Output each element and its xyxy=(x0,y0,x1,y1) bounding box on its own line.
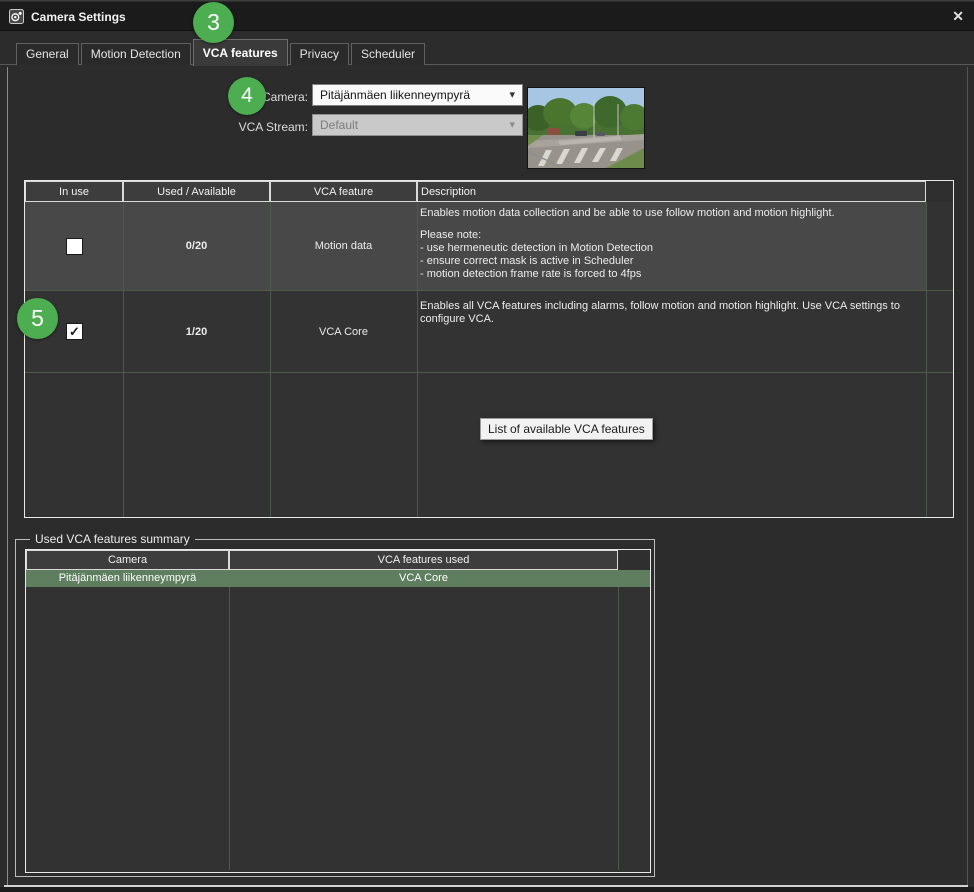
camera-settings-dialog: Camera Settings ✕ 3 4 5 General Motion D… xyxy=(0,0,974,892)
step-badge-4: 4 xyxy=(228,77,266,115)
tooltip: List of available VCA features xyxy=(480,418,653,440)
close-icon[interactable]: ✕ xyxy=(952,9,964,23)
summary-row-selected[interactable]: Pitäjänmäen liikenneympyrä VCA Core xyxy=(26,570,650,587)
column-header-description: Description xyxy=(417,181,926,202)
description-line: configure VCA. xyxy=(420,313,925,326)
window-bottom-edge xyxy=(0,887,974,892)
groupbox-legend: Used VCA features summary xyxy=(30,532,195,546)
description-line: - use hermeneutic detection in Motion De… xyxy=(420,242,925,255)
column-header-vca-feature: VCA feature xyxy=(270,181,417,202)
tab-vca-features[interactable]: VCA features xyxy=(193,39,288,66)
in-use-checkbox-motion-data[interactable] xyxy=(66,238,83,255)
camera-dropdown[interactable]: Pitäjänmäen liikenneympyrä ▾ xyxy=(312,84,523,106)
tab-bar: General Motion Detection VCA features Pr… xyxy=(16,38,427,65)
step-badge-3: 3 xyxy=(193,2,234,43)
panel-left-border xyxy=(7,67,8,885)
header-filler xyxy=(926,181,953,202)
description-line xyxy=(420,220,925,229)
grid-line xyxy=(25,290,953,291)
window-title: Camera Settings xyxy=(31,10,126,24)
step-badge-5: 5 xyxy=(17,298,58,339)
grid-line xyxy=(417,202,418,517)
feature-description: Enables motion data collection and be ab… xyxy=(420,207,925,281)
summary-features-used: VCA Core xyxy=(229,570,618,587)
column-header-in-use: In use xyxy=(25,181,123,202)
tab-motion-detection[interactable]: Motion Detection xyxy=(81,43,191,65)
tab-general[interactable]: General xyxy=(16,43,79,65)
summary-column-header-features: VCA features used xyxy=(229,550,618,570)
grid-line xyxy=(618,587,619,870)
camera-preview-image xyxy=(528,88,644,168)
check-icon: ✓ xyxy=(69,324,80,339)
description-line: - motion detection frame rate is forced … xyxy=(420,268,925,281)
feature-name: Motion data xyxy=(270,240,417,252)
chevron-down-icon: ▾ xyxy=(509,120,515,131)
summary-header-filler xyxy=(618,550,650,570)
used-vca-summary-table: Camera VCA features used Pitäjänmäen lii… xyxy=(25,549,651,873)
vca-stream-dropdown: Default ▾ xyxy=(312,114,523,136)
summary-camera-name: Pitäjänmäen liikenneympyrä xyxy=(26,570,229,587)
camera-dropdown-value: Pitäjänmäen liikenneympyrä xyxy=(320,88,470,102)
vca-stream-label: VCA Stream: xyxy=(160,120,308,134)
description-line: Enables all VCA features including alarm… xyxy=(420,300,925,313)
chevron-down-icon: ▾ xyxy=(509,90,515,101)
vca-stream-dropdown-value: Default xyxy=(320,118,358,132)
grid-line xyxy=(25,372,953,373)
camera-icon xyxy=(9,9,24,24)
panel-right-border xyxy=(967,67,968,885)
titlebar: Camera Settings ✕ xyxy=(0,2,974,31)
feature-description: Enables all VCA features including alarm… xyxy=(420,300,925,326)
column-header-used-available: Used / Available xyxy=(123,181,270,202)
description-line: - ensure correct mask is active in Sched… xyxy=(420,255,925,268)
description-line: Please note: xyxy=(420,229,925,242)
used-available-value: 0/20 xyxy=(123,240,270,252)
feature-name: VCA Core xyxy=(270,326,417,338)
grid-line xyxy=(926,202,927,517)
grid-line xyxy=(229,587,230,870)
summary-column-header-camera: Camera xyxy=(26,550,229,570)
vca-feature-table: In use Used / Available VCA feature Desc… xyxy=(24,180,954,518)
tab-scheduler[interactable]: Scheduler xyxy=(351,43,425,65)
in-use-checkbox-vca-core[interactable]: ✓ xyxy=(66,323,83,340)
tab-privacy[interactable]: Privacy xyxy=(290,43,349,65)
description-line: Enables motion data collection and be ab… xyxy=(420,207,925,220)
used-available-value: 1/20 xyxy=(123,326,270,338)
